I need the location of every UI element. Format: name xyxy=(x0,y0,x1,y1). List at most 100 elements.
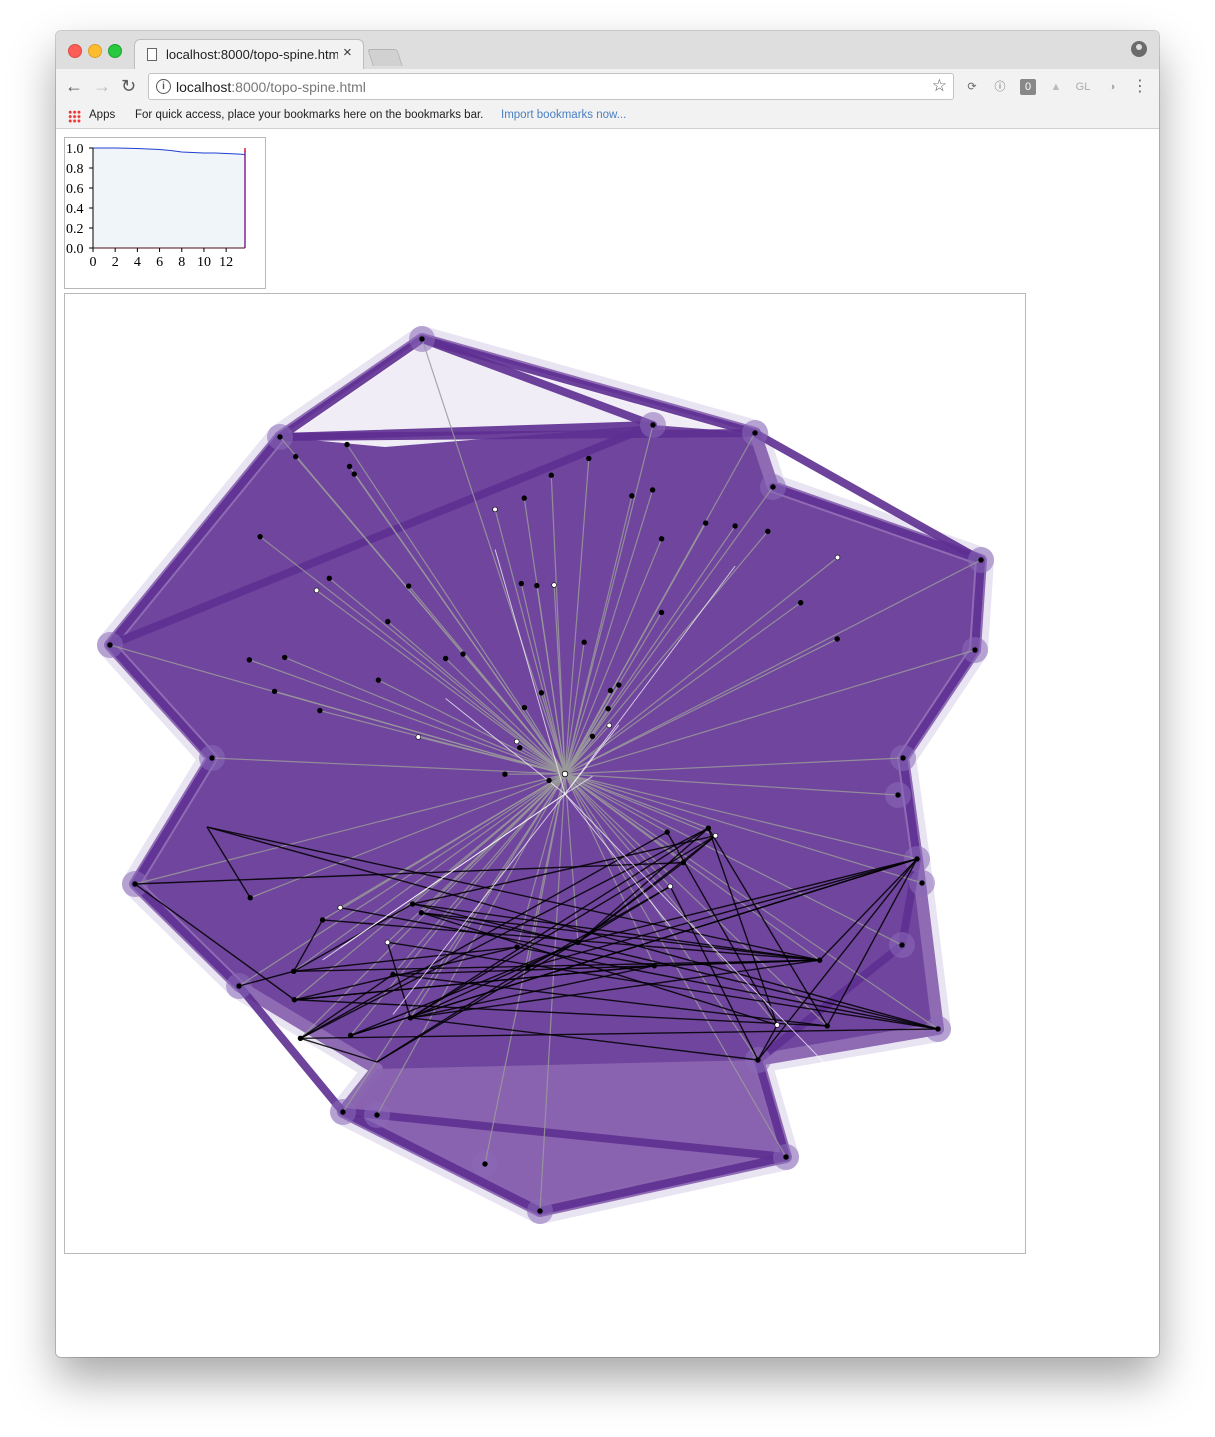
graph-node xyxy=(257,533,263,540)
tab-title: localhost:8000/topo-spine.html xyxy=(166,47,338,62)
title-bar: localhost:8000/topo-spine.html × xyxy=(56,31,1159,70)
graph-node xyxy=(658,609,665,616)
globe-extension-icon[interactable]: ◑ xyxy=(1104,79,1120,95)
graph-node xyxy=(517,745,523,751)
graph-node xyxy=(667,883,673,890)
graph-node xyxy=(546,777,552,784)
browser-window: localhost:8000/topo-spine.html × ← → ↻ i… xyxy=(56,31,1159,1357)
graph-node xyxy=(317,707,323,714)
tab-close-icon[interactable]: × xyxy=(343,44,352,61)
minimize-window-button[interactable] xyxy=(88,44,102,58)
graph-node xyxy=(899,942,905,948)
close-window-button[interactable] xyxy=(68,44,82,58)
graph-node xyxy=(797,599,804,606)
graph-node xyxy=(755,1057,761,1063)
graph-node xyxy=(774,1022,780,1028)
graph-node xyxy=(297,1035,304,1042)
graph-node xyxy=(919,880,925,886)
import-bookmarks-link[interactable]: Import bookmarks now... xyxy=(501,109,626,121)
apps-grid-icon[interactable] xyxy=(68,110,81,123)
menu-icon[interactable]: ⋮ xyxy=(1132,79,1148,95)
graph-node xyxy=(895,792,901,798)
graph-node xyxy=(705,825,712,831)
graph-node xyxy=(326,575,333,582)
graph-node xyxy=(374,1112,380,1118)
graph-node xyxy=(649,487,656,493)
graph-node xyxy=(384,939,391,946)
graph-node xyxy=(525,964,531,971)
graph-node xyxy=(551,582,557,588)
bookmarks-bar: Apps For quick access, place your bookma… xyxy=(56,105,1159,129)
graph-node xyxy=(605,705,611,712)
x-tick-label: 10 xyxy=(197,255,211,270)
apps-label[interactable]: Apps xyxy=(89,109,115,121)
graph-node xyxy=(313,587,320,594)
graph-node xyxy=(834,554,841,561)
graph-node xyxy=(765,528,771,535)
graph-node xyxy=(442,655,449,662)
x-tick-label: 2 xyxy=(112,255,119,270)
graph-node xyxy=(132,881,138,887)
maximize-window-button[interactable] xyxy=(108,44,122,58)
graph-node xyxy=(972,647,978,653)
bookmark-star-icon[interactable]: ☆ xyxy=(932,76,947,96)
profile-icon[interactable] xyxy=(1131,41,1147,57)
topology-graph[interactable] xyxy=(64,293,1026,1254)
drive-icon[interactable]: ▲ xyxy=(1048,79,1064,95)
graph-node xyxy=(732,523,738,529)
info-extension-icon[interactable]: ⓘ xyxy=(992,79,1008,95)
sync-icon[interactable]: ⟳ xyxy=(964,79,980,95)
reload-button[interactable]: ↻ xyxy=(121,77,136,95)
graph-node xyxy=(521,704,528,711)
graph-node xyxy=(347,1032,354,1039)
x-tick-label: 8 xyxy=(178,255,185,270)
graph-node xyxy=(344,441,350,448)
new-tab-button[interactable] xyxy=(367,49,403,66)
back-button[interactable]: ← xyxy=(65,77,83,95)
graph-node xyxy=(606,722,612,729)
graph-node xyxy=(492,506,498,513)
gl-extension-icon[interactable]: GL xyxy=(1075,79,1091,95)
graph-svg[interactable] xyxy=(65,294,1025,1253)
browser-toolbar: ← → ↻ i localhost:8000/topo-spine.html ☆… xyxy=(56,69,1159,105)
url-path: :8000/topo-spine.html xyxy=(231,79,366,95)
graph-node xyxy=(650,422,656,428)
x-tick-label: 4 xyxy=(134,255,141,270)
site-info-icon[interactable]: i xyxy=(156,79,171,94)
x-tick-label: 0 xyxy=(90,255,97,270)
graph-node xyxy=(419,336,425,342)
graph-node xyxy=(914,856,920,862)
graph-node xyxy=(824,1023,830,1029)
graph-node xyxy=(816,957,823,963)
graph-node xyxy=(521,495,527,501)
graph-node xyxy=(651,963,658,969)
graph-node xyxy=(616,682,622,688)
tab-active[interactable]: localhost:8000/topo-spine.html × xyxy=(134,39,364,69)
graph-node xyxy=(418,910,425,916)
graph-node xyxy=(935,1026,941,1032)
area-fill xyxy=(93,148,245,248)
graph-node xyxy=(658,536,665,542)
graph-node xyxy=(385,618,391,625)
graph-node xyxy=(502,771,508,777)
y-tick-label: 1.0 xyxy=(66,142,84,157)
graph-node xyxy=(247,895,253,901)
graph-node xyxy=(783,1154,789,1160)
graph-node xyxy=(629,493,635,499)
zero-extension-icon[interactable]: 0 xyxy=(1020,79,1036,95)
graph-node xyxy=(548,472,554,478)
url-text[interactable]: localhost:8000/topo-spine.html xyxy=(176,79,366,95)
graph-node xyxy=(900,755,906,761)
graph-node xyxy=(340,1109,346,1115)
graph-node xyxy=(702,520,709,526)
graph-node xyxy=(664,829,670,835)
graph-node xyxy=(415,734,422,740)
page-icon xyxy=(147,48,157,61)
graph-node xyxy=(277,434,283,440)
address-bar[interactable]: i localhost:8000/topo-spine.html ☆ xyxy=(148,73,954,100)
forward-button[interactable]: → xyxy=(93,77,111,95)
graph-node xyxy=(282,654,288,661)
graph-node xyxy=(712,832,719,839)
hub-node xyxy=(561,770,569,778)
graph-node xyxy=(514,944,520,950)
